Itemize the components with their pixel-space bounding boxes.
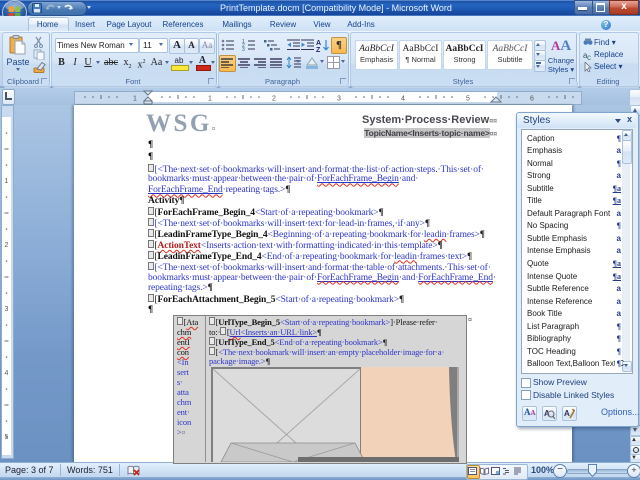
svg-text:4: 4 — [401, 96, 405, 103]
svg-text:Z: Z — [316, 47, 321, 52]
svg-text:1: 1 — [133, 96, 137, 103]
svg-text:A: A — [564, 409, 570, 418]
svg-text:3: 3 — [5, 306, 9, 313]
svg-text:3: 3 — [242, 47, 245, 51]
svg-text:5: 5 — [466, 96, 470, 103]
svg-text:6: 6 — [530, 96, 534, 103]
svg-text:4: 4 — [5, 370, 9, 377]
svg-text:A: A — [316, 40, 321, 47]
svg-text:3: 3 — [337, 96, 341, 103]
svg-text:2: 2 — [272, 96, 276, 103]
svg-text:2: 2 — [5, 242, 9, 249]
svg-text:1: 1 — [208, 96, 212, 103]
svg-text:c: c — [587, 53, 591, 60]
svg-text:1: 1 — [5, 178, 9, 185]
